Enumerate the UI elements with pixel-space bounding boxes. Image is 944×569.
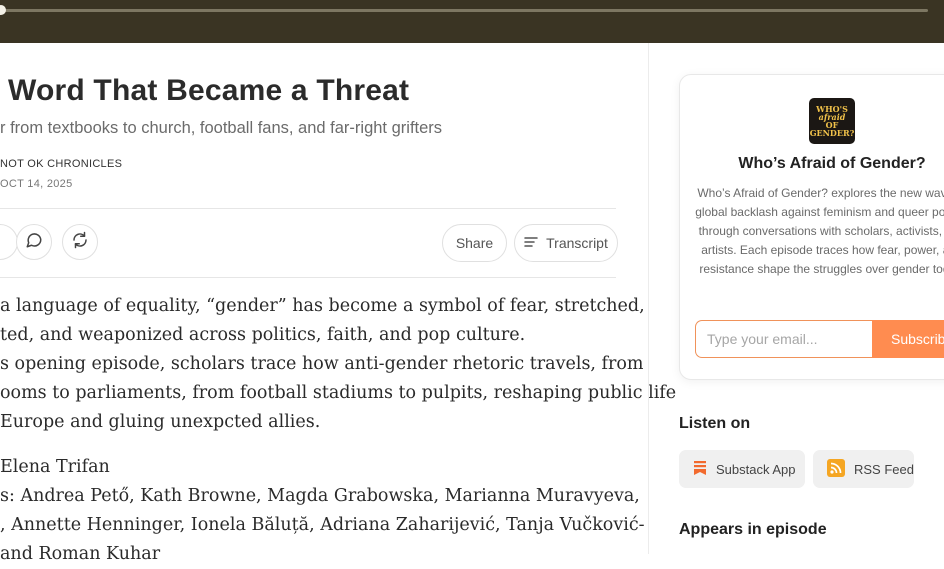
rss-feed-button[interactable]: RSS Feed bbox=[813, 450, 914, 488]
appears-in-episode-heading: Appears in episode bbox=[679, 521, 827, 538]
divider-bottom bbox=[0, 277, 616, 278]
progress-track[interactable] bbox=[0, 9, 928, 12]
comment-icon bbox=[25, 231, 43, 254]
podcast-description: Who’s Afraid of Gender? explores the new… bbox=[695, 186, 944, 276]
transcript-label: Transcript bbox=[546, 235, 608, 251]
body-line: ooms to parliaments, from football stadi… bbox=[0, 383, 677, 403]
credit-line: Elena Trifan bbox=[0, 457, 110, 477]
body-line: s opening episode, scholars trace how an… bbox=[0, 354, 644, 374]
credit-line: , Annette Henninger, Ionela Băluță, Adri… bbox=[0, 515, 645, 535]
body-line: ted, and weaponized across politics, fai… bbox=[0, 325, 526, 345]
credit-line: s: Andrea Pető, Kath Browne, Magda Grabo… bbox=[0, 486, 640, 506]
post-subtitle: r from textbooks to church, football fan… bbox=[0, 119, 443, 137]
column-divider bbox=[648, 43, 649, 554]
subscribe-button[interactable]: Subscribe bbox=[872, 320, 944, 358]
body-line: Europe and gluing unexpcted allies. bbox=[0, 412, 321, 432]
substack-app-label: Substack App bbox=[716, 461, 796, 477]
listen-on-heading: Listen on bbox=[679, 415, 751, 432]
podcast-title[interactable]: Who’s Afraid of Gender? bbox=[680, 155, 944, 173]
transcript-button[interactable]: Transcript bbox=[514, 224, 618, 262]
rss-feed-label: RSS Feed bbox=[854, 461, 914, 477]
substack-app-button[interactable]: Substack App bbox=[679, 450, 805, 488]
email-input[interactable] bbox=[695, 320, 873, 358]
restack-icon bbox=[71, 231, 89, 254]
divider-top bbox=[0, 208, 616, 209]
restack-button[interactable] bbox=[62, 224, 98, 260]
rss-icon bbox=[827, 458, 845, 480]
substack-icon bbox=[693, 460, 707, 479]
podcast-cover[interactable]: WHO'S afraid OF GENDER? bbox=[809, 98, 855, 144]
credit-line: and Roman Kuhar bbox=[0, 544, 161, 564]
body-line: a language of equality, “gender” has bec… bbox=[0, 296, 645, 316]
post-title: Word That Became a Threat bbox=[8, 74, 410, 107]
audio-player-bar bbox=[0, 0, 944, 43]
podcast-subscribe-card: WHO'S afraid OF GENDER? Who’s Afraid of … bbox=[679, 74, 944, 380]
transcript-icon bbox=[524, 235, 538, 251]
post-body: a language of equality, “gender” has bec… bbox=[0, 292, 677, 569]
post-date: OCT 14, 2025 bbox=[0, 178, 73, 190]
share-button[interactable]: Share bbox=[442, 224, 507, 262]
comment-button[interactable] bbox=[16, 224, 52, 260]
cover-text: GENDER? bbox=[809, 128, 855, 138]
publisher-name[interactable]: NOT OK CHRONICLES bbox=[0, 158, 122, 170]
share-label: Share bbox=[455, 235, 494, 251]
progress-knob[interactable] bbox=[0, 5, 6, 15]
